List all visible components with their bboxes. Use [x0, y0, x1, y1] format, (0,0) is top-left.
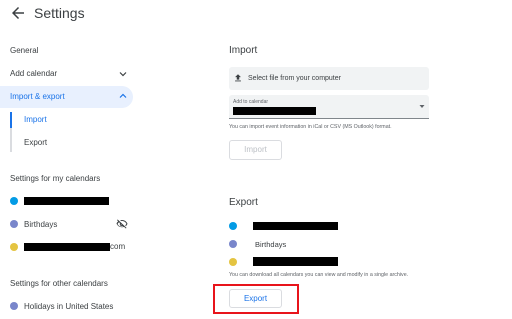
my-calendars-heading: Settings for my calendars — [10, 174, 101, 183]
page-title: Settings — [34, 5, 85, 21]
redacted-calendar-name[interactable] — [24, 243, 110, 251]
sidebar-item-import[interactable]: Import — [24, 115, 47, 125]
export-calendar-birthdays: Birthdays — [255, 240, 287, 249]
export-hint: You can download all calendars you can v… — [229, 272, 409, 278]
redacted-calendar-name[interactable] — [24, 197, 109, 205]
redacted-selected-calendar — [233, 107, 316, 115]
export-section-title: Export — [229, 197, 258, 208]
calendar-color-dot — [10, 220, 18, 228]
select-file-label: Select file from your computer — [248, 75, 341, 82]
calendar-color-dot — [10, 302, 18, 310]
calendar-color-dot — [229, 222, 237, 230]
calendar-color-dot — [229, 240, 237, 248]
redacted-calendar-name — [253, 222, 338, 230]
sub-nav-indicator-active — [10, 112, 12, 128]
sidebar-item-general[interactable]: General — [10, 46, 38, 56]
sidebar-item-import-export-label: Import & export — [10, 92, 65, 101]
add-to-calendar-caption: Add to calendar — [233, 99, 269, 105]
sidebar-calendar-birthdays[interactable]: Birthdays — [24, 220, 57, 230]
import-section-title: Import — [229, 45, 258, 56]
calendar-color-dot — [229, 258, 237, 266]
calendar-color-dot — [10, 197, 18, 205]
visibility-off-icon[interactable] — [116, 218, 128, 230]
calendar-color-dot — [10, 243, 18, 251]
chevron-down-icon[interactable] — [119, 71, 127, 77]
sidebar-item-export[interactable]: Export — [24, 138, 47, 148]
sidebar-calendar-suffix: com — [110, 242, 126, 251]
other-calendars-heading: Settings for other calendars — [10, 279, 108, 288]
chevron-up-icon[interactable] — [119, 93, 127, 99]
dropdown-arrow-icon[interactable] — [419, 104, 425, 109]
export-button[interactable]: Export — [229, 289, 282, 308]
sidebar-item-add-calendar[interactable]: Add calendar — [10, 69, 57, 79]
sub-nav-indicator — [10, 128, 12, 152]
redacted-calendar-name — [253, 257, 338, 266]
import-hint: You can import event information in iCal… — [229, 124, 392, 130]
import-button[interactable]: Import — [229, 140, 282, 160]
arrow-back-icon[interactable] — [9, 4, 27, 22]
upload-icon — [235, 74, 241, 82]
sidebar-calendar-holidays[interactable]: Holidays in United States — [24, 302, 113, 312]
